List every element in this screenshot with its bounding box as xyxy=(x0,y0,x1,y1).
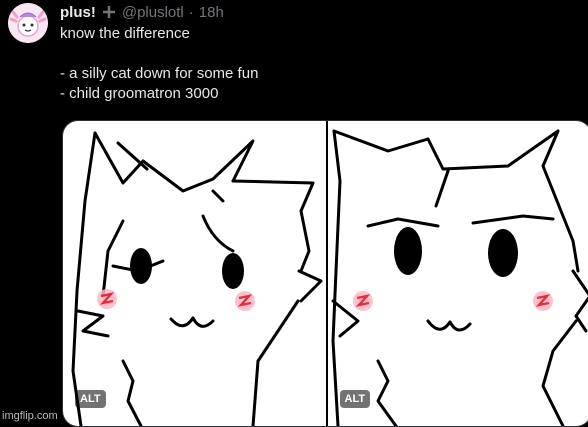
post-time[interactable]: 18h xyxy=(199,4,224,21)
author-handle[interactable]: @pluslotl xyxy=(122,4,184,21)
axolotl-avatar-icon xyxy=(8,3,48,43)
post-text-line: know the difference xyxy=(60,24,580,44)
author-name[interactable]: plus! xyxy=(60,4,96,21)
media-grid: ALT ALT xyxy=(62,120,588,427)
media-image-right[interactable]: ALT xyxy=(328,121,588,426)
avatar[interactable] xyxy=(8,3,48,43)
media-image-left[interactable]: ALT xyxy=(63,121,326,426)
smug-cat-drawing xyxy=(328,121,588,426)
silly-cat-drawing xyxy=(63,121,326,426)
post-text: know the difference - a silly cat down f… xyxy=(60,24,580,104)
post-text-line: - a silly cat down for some fun xyxy=(60,64,580,84)
watermark: imgflip.com xyxy=(2,410,58,422)
alt-badge[interactable]: ALT xyxy=(75,390,106,408)
alt-badge[interactable]: ALT xyxy=(340,390,371,408)
post-header: plus! @pluslotl · 18h xyxy=(60,2,224,22)
post-text-line: - child groomatron 3000 xyxy=(60,84,580,104)
post-text-line xyxy=(60,44,580,64)
subscription-plus-icon xyxy=(101,4,117,20)
separator-dot: · xyxy=(189,4,194,21)
